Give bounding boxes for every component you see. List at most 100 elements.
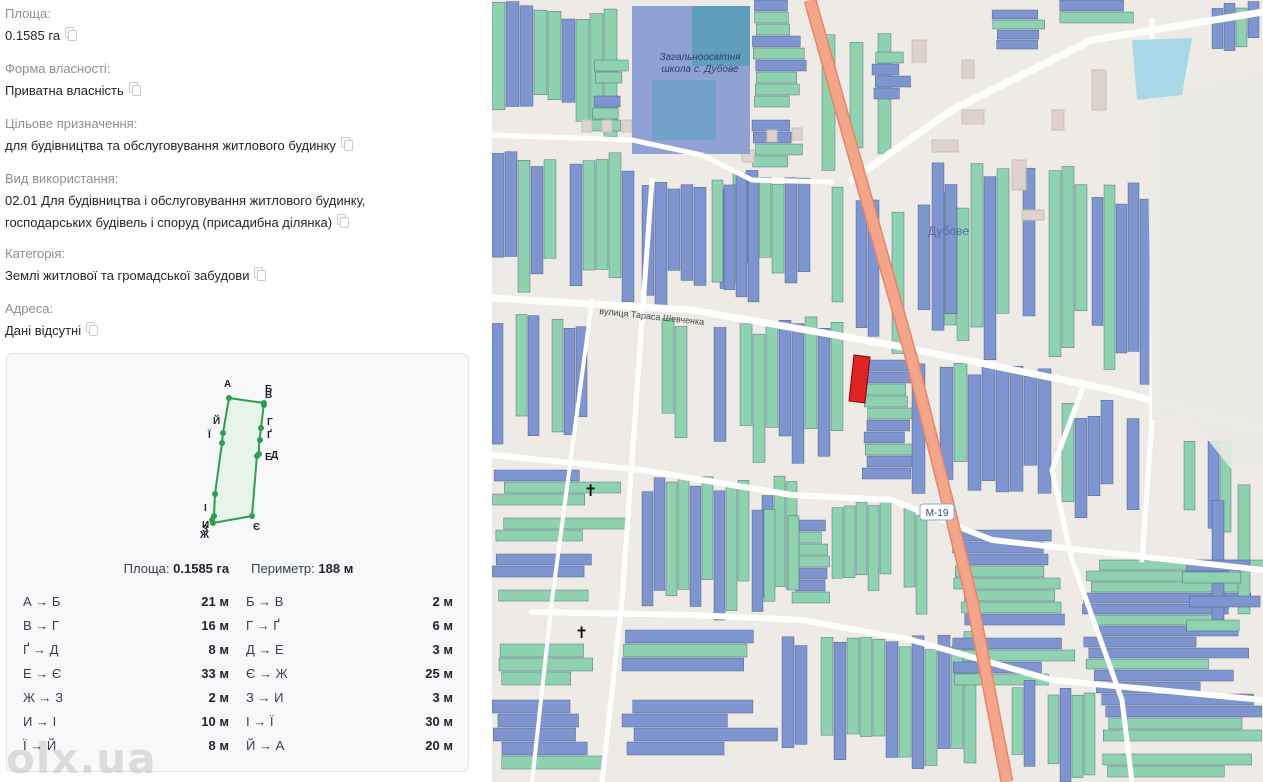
- land-parcel: [991, 9, 1039, 20]
- land-parcel: [1223, 3, 1236, 51]
- vertex-label: Е: [265, 452, 272, 463]
- building: [581, 119, 593, 133]
- land-parcel: [1183, 441, 1196, 511]
- ownership-field: Форма власності: Приватна власність: [5, 61, 141, 101]
- ownership-label: Форма власності:: [5, 61, 111, 76]
- segment-length: 3 м: [432, 642, 453, 657]
- land-parcel: [503, 517, 629, 530]
- land-parcel: [633, 727, 778, 742]
- vertex-label: Г: [267, 417, 273, 428]
- land-parcel: [1059, 11, 1134, 24]
- land-parcel: [1103, 184, 1116, 370]
- church-icon: ✝: [575, 623, 588, 642]
- parcel-outline-plot: А Б В Г Ґ Д Е Є Ж З И І Ї Й: [199, 379, 278, 541]
- cadastral-map[interactable]: ✝ ✝ М-19 Загальноосвітня школа с. Дубове…: [492, 0, 1263, 782]
- building: [911, 39, 927, 63]
- parcel-geometry-card: А Б В Г Ґ Д Е Є Ж З И І Ї Й Площа: 0.158…: [6, 353, 469, 772]
- copy-icon[interactable]: [128, 82, 141, 96]
- land-parcel: [1127, 182, 1140, 352]
- land-parcel: [1105, 705, 1262, 718]
- land-parcel: [1088, 647, 1249, 659]
- segment-length: 30 м: [425, 714, 453, 729]
- land-parcel: [595, 159, 609, 270]
- land-parcel: [561, 18, 576, 103]
- land-parcel: [739, 323, 753, 426]
- land-parcel: [898, 646, 912, 758]
- land-parcel: [1247, 1, 1260, 38]
- address-value: Дані відсутні: [5, 323, 82, 338]
- land-parcel: [661, 318, 675, 414]
- land-parcel: [653, 477, 666, 591]
- land-parcel: [873, 87, 900, 100]
- land-parcel: [575, 19, 590, 122]
- land-parcel: [1115, 203, 1128, 354]
- land-parcel: [498, 589, 589, 602]
- vertex-label: Й: [213, 414, 220, 427]
- land-parcel: [791, 323, 805, 464]
- land-parcel: [952, 637, 1062, 650]
- vertex-label: Ї: [207, 428, 211, 441]
- selected-parcel[interactable]: [848, 354, 871, 404]
- segment-length: 25 м: [425, 666, 453, 681]
- segment-label: Б → В: [246, 594, 284, 609]
- category-field: Категорія: Землі житлової та громадської…: [5, 246, 267, 286]
- land-parcel: [872, 639, 886, 737]
- land-parcel: [1059, 688, 1072, 782]
- land-parcel: [1085, 658, 1209, 670]
- land-parcel: [665, 481, 678, 597]
- land-parcel: [723, 184, 736, 290]
- segment-label: Д → Е: [246, 642, 284, 657]
- land-parcel: [843, 505, 856, 578]
- land-parcel: [701, 476, 714, 580]
- svg-text:М-19: М-19: [926, 508, 949, 519]
- copy-icon[interactable]: [254, 267, 267, 281]
- land-parcel: [862, 467, 911, 480]
- copy-icon[interactable]: [65, 27, 78, 41]
- land-parcel: [1186, 619, 1240, 632]
- land-parcel: [864, 359, 909, 372]
- land-parcel: [831, 507, 844, 579]
- land-parcel: [1211, 8, 1224, 49]
- land-parcel: [866, 455, 919, 468]
- land-parcel: [533, 9, 548, 95]
- land-parcel: [569, 163, 583, 286]
- land-parcel: [865, 383, 906, 396]
- copy-icon[interactable]: [340, 137, 353, 151]
- land-parcel: [755, 143, 803, 156]
- land-parcel: [693, 187, 707, 286]
- segment-label: Є → Ж: [246, 666, 288, 681]
- segment-label: Е → Є: [23, 666, 62, 681]
- land-parcel: [755, 59, 807, 72]
- copy-icon[interactable]: [86, 322, 99, 336]
- land-parcel: [864, 395, 908, 408]
- land-parcel: [592, 107, 619, 120]
- segment-length: 8 м: [208, 738, 229, 753]
- land-parcel: [492, 2, 506, 111]
- copy-icon[interactable]: [337, 214, 350, 228]
- building: [1021, 209, 1045, 221]
- land-parcel: [754, 95, 790, 108]
- land-parcel: [623, 643, 748, 658]
- land-parcel: [944, 184, 958, 315]
- land-parcel: [713, 490, 726, 621]
- land-parcel: [725, 484, 738, 611]
- land-parcel: [632, 699, 754, 714]
- segment-label: В → Г: [23, 618, 59, 633]
- land-parcel: [594, 59, 629, 72]
- land-parcel: [754, 0, 788, 12]
- land-parcel: [855, 200, 868, 328]
- land-parcel: [689, 485, 702, 607]
- land-parcel: [875, 51, 904, 64]
- map-canvas[interactable]: ✝ ✝ М-19: [492, 0, 1263, 782]
- land-parcel: [958, 553, 1049, 566]
- segment-label: А → Б: [23, 594, 61, 609]
- land-parcel: [997, 29, 1039, 40]
- parcel-info-panel: Площа: 0.1585 га Форма власності: Приват…: [0, 0, 492, 782]
- usage-value-line1: 02.01 Для будівництва і обслуговування ж…: [5, 193, 366, 208]
- segment-label: Ж → З: [23, 690, 64, 705]
- land-parcel: [667, 188, 681, 271]
- segment-length: 20 м: [425, 738, 453, 753]
- land-parcel: [1189, 595, 1261, 608]
- land-parcel: [492, 699, 571, 714]
- land-parcel: [593, 95, 621, 108]
